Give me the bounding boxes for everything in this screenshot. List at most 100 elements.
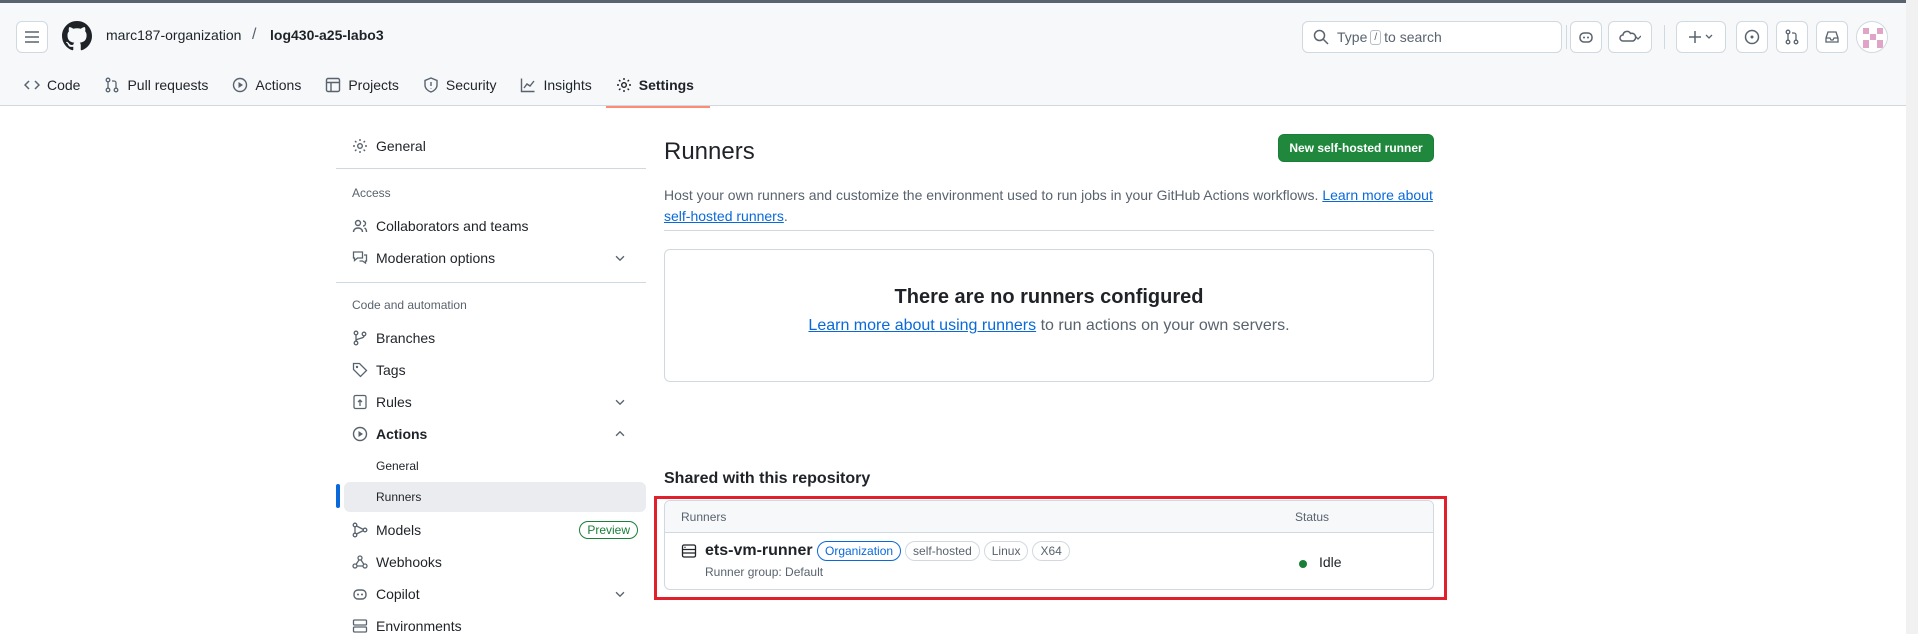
page-description: Host your own runners and customize the … [664, 185, 1434, 227]
chevron-down-icon [612, 251, 628, 265]
sidebar-item-label: Branches [376, 330, 436, 346]
search-icon [1313, 29, 1329, 45]
header-divider-2 [1664, 25, 1665, 49]
people-icon [352, 218, 368, 234]
sidebar-divider [336, 168, 646, 169]
preview-badge: Preview [579, 521, 638, 539]
git-branch-icon [352, 330, 368, 346]
copilot-dropdown-button[interactable] [1608, 21, 1652, 53]
hamburger-icon [24, 29, 40, 45]
copilot-icon [352, 586, 368, 602]
github-logo-icon[interactable] [62, 21, 92, 51]
sidebar-heading-access: Access [352, 186, 391, 200]
sidebar-item-label: Copilot [376, 586, 420, 602]
tab-label: Insights [543, 77, 592, 93]
owner-link[interactable]: marc187-organization [106, 27, 241, 43]
repo-link[interactable]: log430-a25-labo3 [270, 27, 384, 43]
sidebar-subitem-actions-runners[interactable]: Runners [344, 482, 646, 512]
git-pull-request-icon [1784, 29, 1800, 45]
repo-nav-tabs: Code Pull requests Actions Projects Secu… [22, 73, 716, 109]
tab-settings[interactable]: Settings [605, 73, 711, 108]
comment-discussion-icon [352, 250, 368, 266]
empty-state-title: There are no runners configured [894, 286, 1204, 308]
issues-button[interactable] [1736, 21, 1768, 53]
copilot-button[interactable] [1570, 21, 1602, 53]
sidebar-item-moderation[interactable]: Moderation options [344, 242, 646, 274]
empty-state-text: Learn more about using runners to run ac… [665, 317, 1433, 335]
sidebar-divider [336, 282, 646, 283]
code-icon [24, 77, 40, 93]
tab-label: Settings [638, 77, 694, 93]
create-new-button[interactable] [1676, 21, 1726, 53]
tab-pull-requests[interactable]: Pull requests [102, 73, 218, 97]
learn-more-runners-link[interactable]: Learn more about using runners [808, 317, 1036, 334]
sidebar-item-environments[interactable]: Environments [344, 610, 646, 634]
tab-label: Security [445, 77, 497, 93]
webhook-icon [352, 554, 368, 570]
sidebar-item-tags[interactable]: Tags [344, 354, 646, 386]
section-divider [664, 230, 1434, 231]
selected-indicator [336, 484, 340, 508]
page-title: Runners [664, 138, 755, 165]
chevron-down-icon [612, 587, 628, 601]
sidebar-item-label: General [376, 459, 419, 473]
sidebar-item-branches[interactable]: Branches [344, 322, 646, 354]
highlight-annotation-box [654, 496, 1447, 600]
description-text: Host your own runners and customize the … [664, 187, 1319, 203]
search-input[interactable]: Type / to search [1302, 21, 1562, 53]
sidebar-item-label: General [376, 138, 426, 154]
gear-icon [616, 77, 632, 93]
sidebar-item-label: Collaborators and teams [376, 218, 529, 234]
description-period: . [783, 208, 788, 224]
tab-actions[interactable]: Actions [230, 73, 311, 97]
tab-label: Pull requests [127, 77, 209, 93]
tag-icon [352, 362, 368, 378]
pull-request-icon [104, 77, 120, 93]
repo-header: marc187-organization / log430-a25-labo3 … [0, 0, 1918, 109]
tab-insights[interactable]: Insights [518, 73, 601, 97]
sidebar-heading-code-automation: Code and automation [352, 298, 467, 312]
sidebar-item-models[interactable]: Models Preview [344, 514, 646, 546]
sidebar-item-label: Rules [376, 394, 412, 410]
repo-push-icon [352, 394, 368, 410]
graph-icon [520, 77, 536, 93]
tab-code[interactable]: Code [22, 73, 90, 97]
tab-label: Projects [348, 77, 399, 93]
new-self-hosted-runner-button[interactable]: New self-hosted runner [1278, 134, 1434, 162]
sidebar-item-actions[interactable]: Actions [344, 418, 646, 450]
sidebar-item-general[interactable]: General [344, 130, 646, 162]
pull-requests-button[interactable] [1776, 21, 1808, 53]
ai-model-icon [352, 522, 368, 538]
inbox-button[interactable] [1816, 21, 1848, 53]
chevron-up-icon [612, 427, 628, 441]
sidebar-item-rules[interactable]: Rules [344, 386, 646, 418]
sidebar-subitem-actions-general[interactable]: General [344, 451, 646, 481]
play-icon [232, 77, 248, 93]
sidebar-item-collaborators[interactable]: Collaborators and teams [344, 210, 646, 242]
sidebar-item-label: Tags [376, 362, 406, 378]
shield-icon [423, 77, 439, 93]
sidebar-item-label: Models [376, 522, 422, 538]
chevron-down-icon [612, 395, 628, 409]
menu-button[interactable] [16, 21, 48, 53]
header-divider [1566, 25, 1567, 49]
sidebar-item-label: Actions [376, 426, 428, 442]
plus-icon [1687, 29, 1715, 45]
page-scrollbar[interactable] [1906, 0, 1918, 634]
tab-security[interactable]: Security [421, 73, 507, 97]
issue-opened-icon [1744, 29, 1760, 45]
sidebar-item-copilot[interactable]: Copilot [344, 578, 646, 610]
sidebar-item-label: Environments [376, 618, 462, 634]
empty-state-suffix: to run actions on your own servers. [1036, 317, 1290, 334]
search-shortcut-key: / [1370, 29, 1382, 45]
avatar[interactable] [1856, 21, 1888, 53]
sidebar-item-label: Moderation options [376, 250, 496, 266]
sidebar-item-webhooks[interactable]: Webhooks [344, 546, 646, 578]
search-prefix: Type [1337, 29, 1368, 45]
copilot-icon [1578, 29, 1594, 45]
tab-projects[interactable]: Projects [323, 73, 409, 97]
table-icon [325, 77, 341, 93]
server-icon [352, 618, 368, 634]
breadcrumb-separator: / [252, 26, 257, 43]
inbox-icon [1824, 29, 1840, 45]
